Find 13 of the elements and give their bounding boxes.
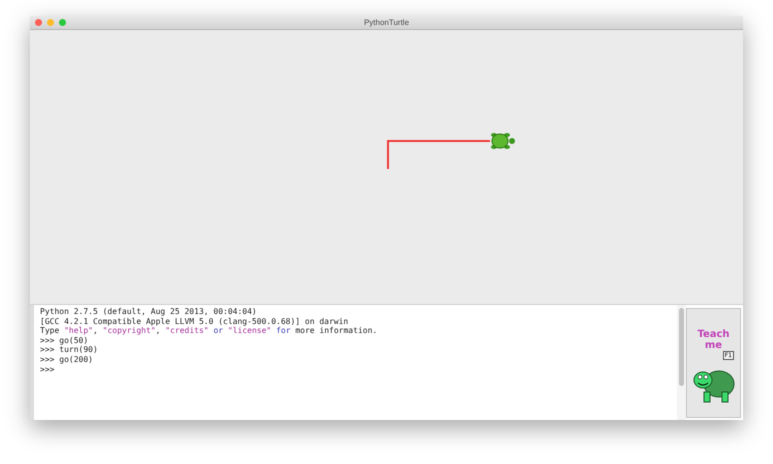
minimize-button[interactable]: [47, 19, 54, 26]
console-line: Type "help", "copyright", "credits" or "license" for more information.: [40, 326, 378, 336]
zoom-button[interactable]: [59, 19, 66, 26]
console-line: >>>: [40, 364, 56, 374]
console-line: [GCC 4.2.1 Compatible Apple LLVM 5.0 (clang-500.0.68)] on darwin: [40, 316, 350, 326]
turtle-icon: [491, 133, 515, 149]
console-line: >>> go(200): [40, 354, 94, 365]
window-title: PythonTurtle: [362, 18, 410, 27]
console-line: >>> turn(90): [40, 345, 99, 355]
scrollbar-thumb[interactable]: [679, 308, 684, 386]
console-line: Python 2.7.5 (default, Aug 25 2013, 00:04:04): [40, 307, 258, 317]
console-line: >>> go(50): [40, 336, 88, 346]
close-button[interactable]: [35, 19, 42, 26]
